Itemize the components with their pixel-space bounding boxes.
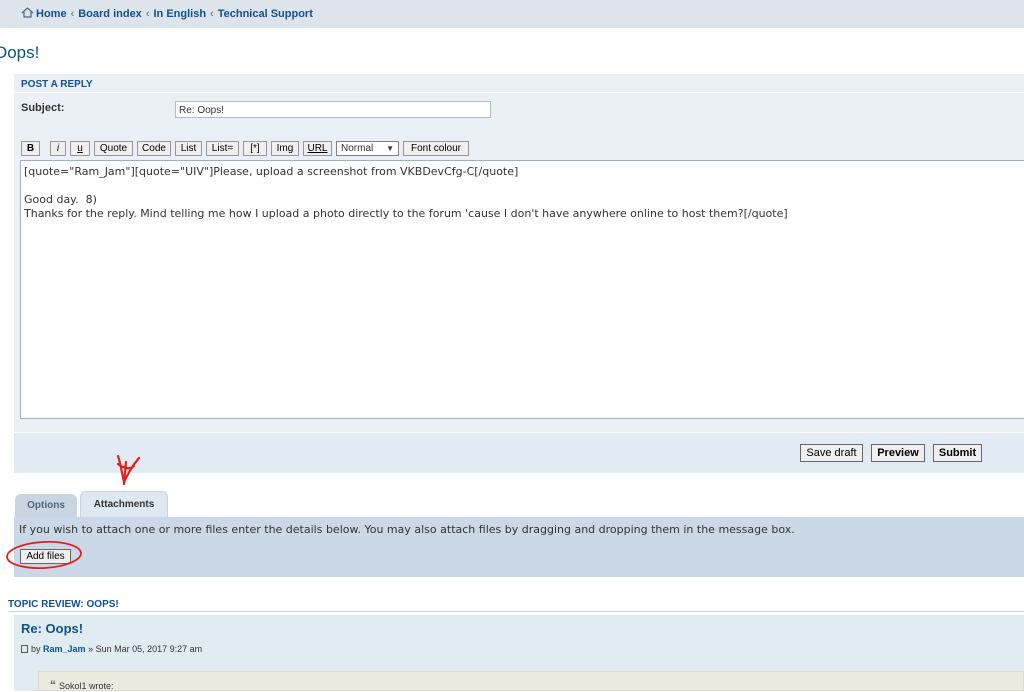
submit-button[interactable]: Submit xyxy=(933,444,982,462)
breadcrumb-in-english[interactable]: In English xyxy=(153,8,206,20)
quote-block xyxy=(38,671,1024,691)
breadcrumb-separator: ‹ xyxy=(145,8,150,20)
post-date: » Sun Mar 05, 2017 9:27 am xyxy=(88,644,203,654)
post-icon xyxy=(21,645,28,653)
ordered-list-button[interactable]: List= xyxy=(206,141,239,156)
breadcrumb-home[interactable]: Home xyxy=(36,8,67,20)
divider xyxy=(14,92,1024,93)
tab-options[interactable]: Options xyxy=(15,494,77,517)
breadcrumb-board-index[interactable]: Board index xyxy=(78,8,142,20)
save-draft-button[interactable]: Save draft xyxy=(800,444,863,462)
quote-button[interactable]: Quote xyxy=(94,141,133,156)
font-size-select[interactable]: Normal ▼ xyxy=(336,141,399,156)
underline-button[interactable]: u xyxy=(70,141,90,156)
subject-label: Subject: xyxy=(21,102,65,114)
subject-input[interactable]: Re: Oops! xyxy=(175,101,491,118)
font-colour-button[interactable]: Font colour xyxy=(403,141,469,156)
breadcrumb-technical-support[interactable]: Technical Support xyxy=(218,8,313,20)
quote-icon: “ xyxy=(50,678,56,692)
tab-attachments[interactable]: Attachments xyxy=(80,491,168,517)
preview-button[interactable]: Preview xyxy=(871,444,925,462)
author-link[interactable]: Ram_Jam xyxy=(43,644,86,654)
breadcrumb: Home ‹ Board index ‹ In English ‹ Technical Su… xyxy=(21,7,313,20)
add-files-button[interactable]: Add files xyxy=(20,549,71,564)
bold-button[interactable]: B xyxy=(21,141,40,156)
review-post-meta: by Ram_Jam » Sun Mar 05, 2017 9:27 am xyxy=(21,644,202,654)
code-button[interactable]: Code xyxy=(137,141,171,156)
breadcrumb-separator: ‹ xyxy=(210,8,214,20)
by-label: by xyxy=(31,644,41,654)
review-post-title[interactable]: Re: Oops! xyxy=(21,621,83,636)
quote-cite: “Sokol1 wrote: xyxy=(50,678,114,692)
chevron-down-icon: ▼ xyxy=(386,144,394,153)
attachments-instructions: If you wish to attach one or more files … xyxy=(19,523,795,536)
post-reply-heading: POST A REPLY xyxy=(21,79,93,90)
page-title[interactable]: Oops! xyxy=(0,43,39,63)
breadcrumb-separator: ‹ xyxy=(70,8,75,20)
home-icon xyxy=(21,7,34,18)
quote-cite-text: Sokol1 wrote: xyxy=(59,681,114,691)
message-textarea[interactable]: [quote="Ram_Jam"][quote="UIV"]Please, up… xyxy=(20,160,1024,419)
list-button[interactable]: List xyxy=(175,141,202,156)
topic-review-heading: TOPIC REVIEW: OOPS! xyxy=(8,599,119,610)
italic-button[interactable]: i xyxy=(50,141,66,156)
url-button[interactable]: URL xyxy=(303,141,332,156)
font-size-value: Normal xyxy=(341,143,374,154)
image-button[interactable]: Img xyxy=(271,141,299,156)
divider xyxy=(8,611,1024,612)
list-item-button[interactable]: [*] xyxy=(243,141,267,156)
